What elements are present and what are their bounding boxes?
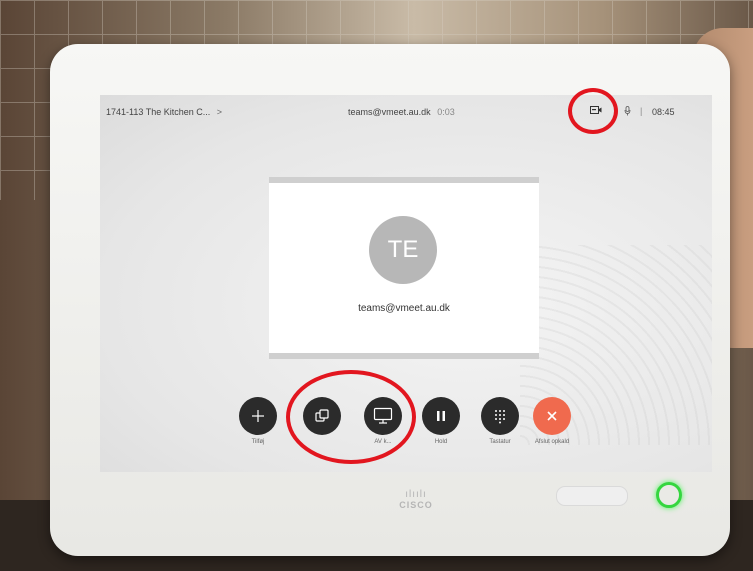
- add-button-label: Tilføj: [251, 439, 265, 445]
- separator: |: [640, 106, 643, 116]
- participant-tile: TE teams@vmeet.au.dk: [269, 177, 539, 359]
- end-call-icon: [547, 411, 557, 421]
- status-bar: 1741-113 The Kitchen C... > teams@vmeet.…: [100, 95, 712, 127]
- cisco-logo: ılıılı CISCO: [399, 489, 433, 510]
- end-call-button[interactable]: [533, 397, 571, 435]
- chevron-right-icon: >: [216, 107, 223, 117]
- add-icon: [252, 410, 264, 422]
- clock: 08:45: [652, 107, 675, 117]
- end-call-button-label: Afslut opkald: [534, 439, 570, 445]
- camera-highlight-ring: [568, 88, 618, 134]
- call-info: teams@vmeet.au.dk 0:03: [348, 107, 455, 117]
- call-address: teams@vmeet.au.dk: [348, 107, 431, 117]
- controls-highlight-ring: [286, 370, 416, 464]
- pause-icon: [437, 411, 445, 421]
- status-led: [656, 482, 682, 508]
- call-timer: 0:03: [437, 107, 455, 117]
- room-name[interactable]: 1741-113 The Kitchen C... >: [106, 107, 222, 117]
- hardware-button[interactable]: [556, 486, 628, 506]
- add-button[interactable]: [239, 397, 277, 435]
- participant-avatar: TE: [369, 216, 437, 284]
- room-name-label: 1741-113 The Kitchen C...: [106, 107, 211, 117]
- keypad-button[interactable]: [481, 397, 519, 435]
- participant-address: teams@vmeet.au.dk: [358, 303, 450, 314]
- keypad-icon: [495, 410, 505, 424]
- microphone-icon[interactable]: [624, 106, 631, 116]
- hold-button[interactable]: [422, 397, 460, 435]
